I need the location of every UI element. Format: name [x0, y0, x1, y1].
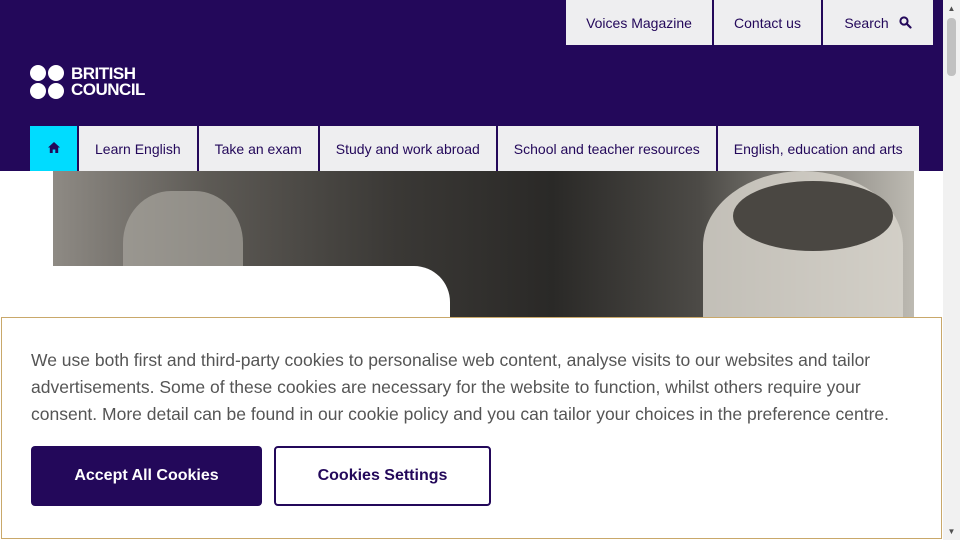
- logo-text: BRITISH COUNCIL: [71, 65, 145, 99]
- cookie-message: We use both first and third-party cookie…: [31, 350, 890, 424]
- accept-all-cookies-label: Accept All Cookies: [74, 467, 219, 484]
- voices-magazine-label: Voices Magazine: [586, 14, 692, 31]
- nav-english-education-arts-label: English, education and arts: [733, 140, 903, 157]
- logo-dots-icon: [30, 65, 64, 99]
- accept-all-cookies-button[interactable]: Accept All Cookies: [31, 446, 262, 506]
- nav-learn-english[interactable]: Learn English: [79, 126, 197, 171]
- home-icon: [47, 141, 61, 157]
- nav-learn-english-label: Learn English: [95, 140, 181, 157]
- nav-study-work-abroad[interactable]: Study and work abroad: [319, 126, 496, 171]
- site-header: Voices Magazine Contact us Search BRITIS…: [0, 0, 943, 171]
- cookies-settings-label: Cookies Settings: [317, 467, 448, 484]
- voices-magazine-link[interactable]: Voices Magazine: [566, 0, 712, 45]
- nav-take-an-exam[interactable]: Take an exam: [198, 126, 318, 171]
- search-icon: [899, 16, 912, 29]
- utility-nav: Voices Magazine Contact us Search: [566, 0, 933, 45]
- british-council-logo[interactable]: BRITISH COUNCIL: [30, 65, 145, 99]
- search-label: Search: [844, 14, 889, 31]
- logo-line-2: COUNCIL: [71, 80, 145, 99]
- nav-take-an-exam-label: Take an exam: [214, 140, 302, 157]
- search-button[interactable]: Search: [823, 0, 933, 45]
- scrollbar[interactable]: ▲ ▼: [943, 0, 960, 540]
- contact-us-label: Contact us: [734, 14, 801, 31]
- nav-school-teacher-resources[interactable]: School and teacher resources: [497, 126, 716, 171]
- scroll-thumb[interactable]: [947, 18, 956, 76]
- cookie-banner: We use both first and third-party cookie…: [1, 317, 942, 539]
- nav-english-education-arts[interactable]: English, education and arts: [717, 126, 919, 171]
- nav-study-work-abroad-label: Study and work abroad: [335, 140, 480, 157]
- nav-home[interactable]: [30, 126, 77, 171]
- scroll-down-icon[interactable]: ▼: [943, 523, 960, 540]
- main-nav: Learn English Take an exam Study and wor…: [30, 126, 919, 171]
- nav-school-teacher-resources-label: School and teacher resources: [513, 140, 700, 157]
- contact-us-link[interactable]: Contact us: [714, 0, 821, 45]
- cookies-settings-button[interactable]: Cookies Settings: [274, 446, 491, 506]
- scroll-up-icon[interactable]: ▲: [943, 0, 960, 17]
